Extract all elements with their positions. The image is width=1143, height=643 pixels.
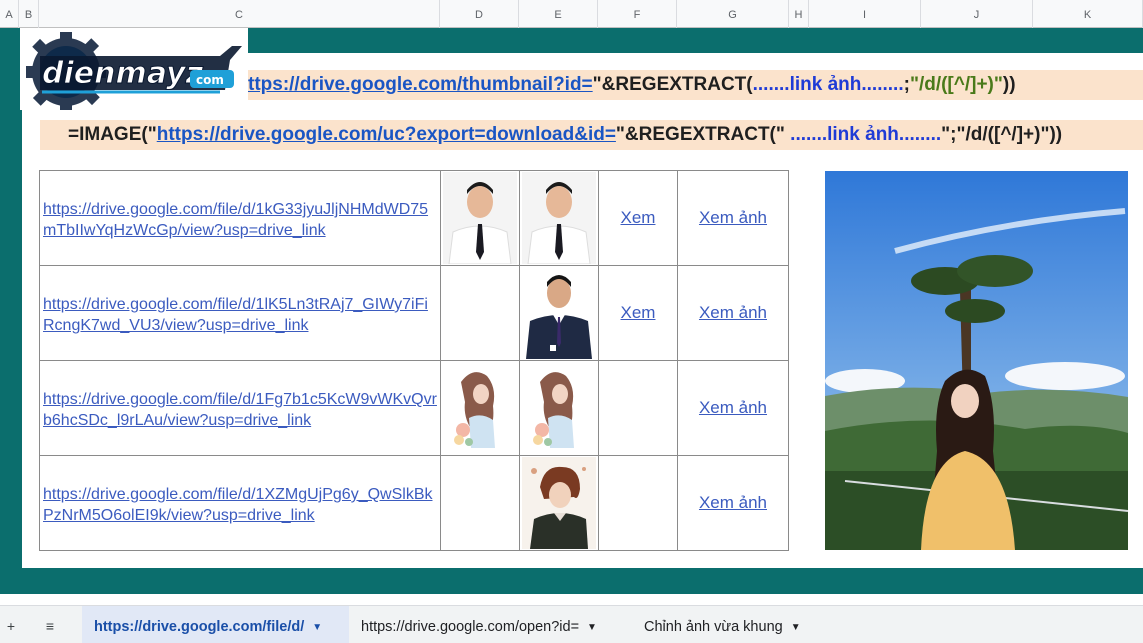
view-image-cell[interactable]: Xem ảnh — [678, 456, 788, 551]
sheet-tab-label: Chỉnh ảnh vừa khung — [644, 619, 783, 635]
column-header-a[interactable]: A — [0, 0, 19, 28]
view-link[interactable]: Xem — [599, 303, 677, 323]
dienmayz-logo: dienmayz com — [20, 28, 248, 110]
view-image-cell[interactable]: Xem ảnh — [678, 171, 788, 266]
formula-thumbnail[interactable]: ttps://drive.google.com/thumbnail?id="&R… — [248, 70, 1143, 100]
sheet-tab-bar: + ≡ https://drive.google.com/file/d/ ▼ ht… — [0, 605, 1143, 643]
illustrated-girl-flowers-image — [443, 362, 517, 454]
view-image-link[interactable]: Xem ảnh — [678, 493, 788, 513]
dropdown-arrow-icon[interactable]: ▼ — [587, 607, 597, 643]
column-header-b[interactable]: B — [19, 0, 39, 28]
url-cell[interactable]: https://drive.google.com/file/d/1kG33jyu… — [40, 171, 441, 266]
column-header-g[interactable]: G — [677, 0, 789, 28]
portrait-man-white-shirt-image — [522, 172, 596, 264]
thumbnail-cell[interactable] — [441, 266, 520, 361]
image-link-table: https://drive.google.com/file/d/1kG33jyu… — [39, 170, 789, 551]
download-url[interactable]: https://drive.google.com/uc?export=downl… — [157, 124, 616, 145]
view-link[interactable]: Xem — [599, 208, 677, 228]
table-row: https://drive.google.com/file/d/1XZMgUjP… — [40, 456, 788, 551]
formula-close: ";"/d/([^/]+)")) — [941, 124, 1063, 145]
dropdown-arrow-icon[interactable]: ▼ — [312, 607, 322, 643]
view-image-cell[interactable]: Xem ảnh — [678, 361, 788, 456]
sheet-tab-chinh-anh[interactable]: Chỉnh ảnh vừa khung ▼ — [632, 606, 832, 643]
view-image-link[interactable]: Xem ảnh — [678, 398, 788, 418]
drive-link[interactable]: https://drive.google.com/file/d/1kG33jyu… — [43, 199, 439, 241]
column-header-e[interactable]: E — [519, 0, 598, 28]
column-header-f[interactable]: F — [598, 0, 677, 28]
table-row: https://drive.google.com/file/d/1lK5Ln3t… — [40, 266, 788, 361]
drive-link[interactable]: https://drive.google.com/file/d/1XZMgUjP… — [43, 484, 439, 526]
sheet-tab-label: https://drive.google.com/open?id= — [361, 619, 580, 635]
illustrated-boy-character-image — [522, 457, 596, 549]
url-cell[interactable]: https://drive.google.com/file/d/1Fg7b1c5… — [40, 361, 441, 456]
view-cell[interactable] — [599, 361, 678, 456]
formula-image-download[interactable]: =IMAGE("https://drive.google.com/uc?expo… — [40, 120, 1143, 150]
link-placeholder: .......link ảnh........ — [752, 74, 904, 95]
logo-suffix: com — [196, 73, 224, 87]
all-sheets-menu-button[interactable]: ≡ — [38, 606, 62, 643]
url-cell[interactable]: https://drive.google.com/file/d/1lK5Ln3t… — [40, 266, 441, 361]
thumbnail-url[interactable]: ttps://drive.google.com/thumbnail?id= — [248, 74, 593, 95]
view-image-link[interactable]: Xem ảnh — [678, 303, 788, 323]
url-cell[interactable]: https://drive.google.com/file/d/1XZMgUjP… — [40, 456, 441, 551]
girl-landscape-photo-image — [825, 171, 1128, 550]
formula-regex: "/d/([^/]+)" — [909, 74, 1003, 95]
illustrated-girl-flowers-image — [522, 362, 596, 454]
column-header-bar: A B C D E F G H I J K — [0, 0, 1143, 28]
gear-logo-icon: dienmayz com — [26, 32, 242, 110]
portrait-man-white-shirt-image — [443, 172, 517, 264]
table-row: https://drive.google.com/file/d/1kG33jyu… — [40, 171, 788, 266]
table-row: https://drive.google.com/file/d/1Fg7b1c5… — [40, 361, 788, 456]
formula-head: =IMAGE(" — [68, 124, 157, 145]
view-cell[interactable]: Xem — [599, 266, 678, 361]
column-header-d[interactable]: D — [440, 0, 519, 28]
formula-function: &REGEXTRACT( — [601, 74, 753, 95]
formula-close: )) — [1002, 74, 1016, 95]
view-image-cell[interactable]: Xem ảnh — [678, 266, 788, 361]
thumbnail-cell[interactable] — [441, 361, 520, 456]
formula-function: "&REGEXTRACT(" — [615, 124, 791, 145]
column-header-c[interactable]: C — [39, 0, 440, 28]
image-cell[interactable] — [520, 171, 599, 266]
column-header-k[interactable]: K — [1033, 0, 1143, 28]
formula-quote: " — [592, 74, 602, 95]
drive-link[interactable]: https://drive.google.com/file/d/1Fg7b1c5… — [43, 389, 439, 431]
link-placeholder: .......link ảnh........ — [790, 124, 942, 145]
thumbnail-cell[interactable] — [441, 456, 520, 551]
logo-text: dienmayz — [42, 56, 204, 91]
add-sheet-button[interactable]: + — [0, 606, 22, 643]
column-header-i[interactable]: I — [809, 0, 921, 28]
large-preview-photo[interactable] — [825, 171, 1128, 550]
image-cell[interactable] — [520, 361, 599, 456]
sheet-tab-open-id[interactable]: https://drive.google.com/open?id= ▼ — [349, 606, 632, 643]
thumbnail-cell[interactable] — [441, 171, 520, 266]
column-header-j[interactable]: J — [921, 0, 1033, 28]
portrait-man-suit-image — [522, 267, 596, 359]
drive-link[interactable]: https://drive.google.com/file/d/1lK5Ln3t… — [43, 294, 439, 336]
image-cell[interactable] — [520, 266, 599, 361]
view-cell[interactable] — [599, 456, 678, 551]
sheet-tab-file-d[interactable]: https://drive.google.com/file/d/ ▼ — [82, 606, 349, 643]
view-image-link[interactable]: Xem ảnh — [678, 208, 788, 228]
image-cell[interactable] — [520, 456, 599, 551]
view-cell[interactable]: Xem — [599, 171, 678, 266]
dropdown-arrow-icon[interactable]: ▼ — [791, 607, 801, 643]
column-header-h[interactable]: H — [789, 0, 809, 28]
sheet-tab-label: https://drive.google.com/file/d/ — [94, 619, 305, 635]
